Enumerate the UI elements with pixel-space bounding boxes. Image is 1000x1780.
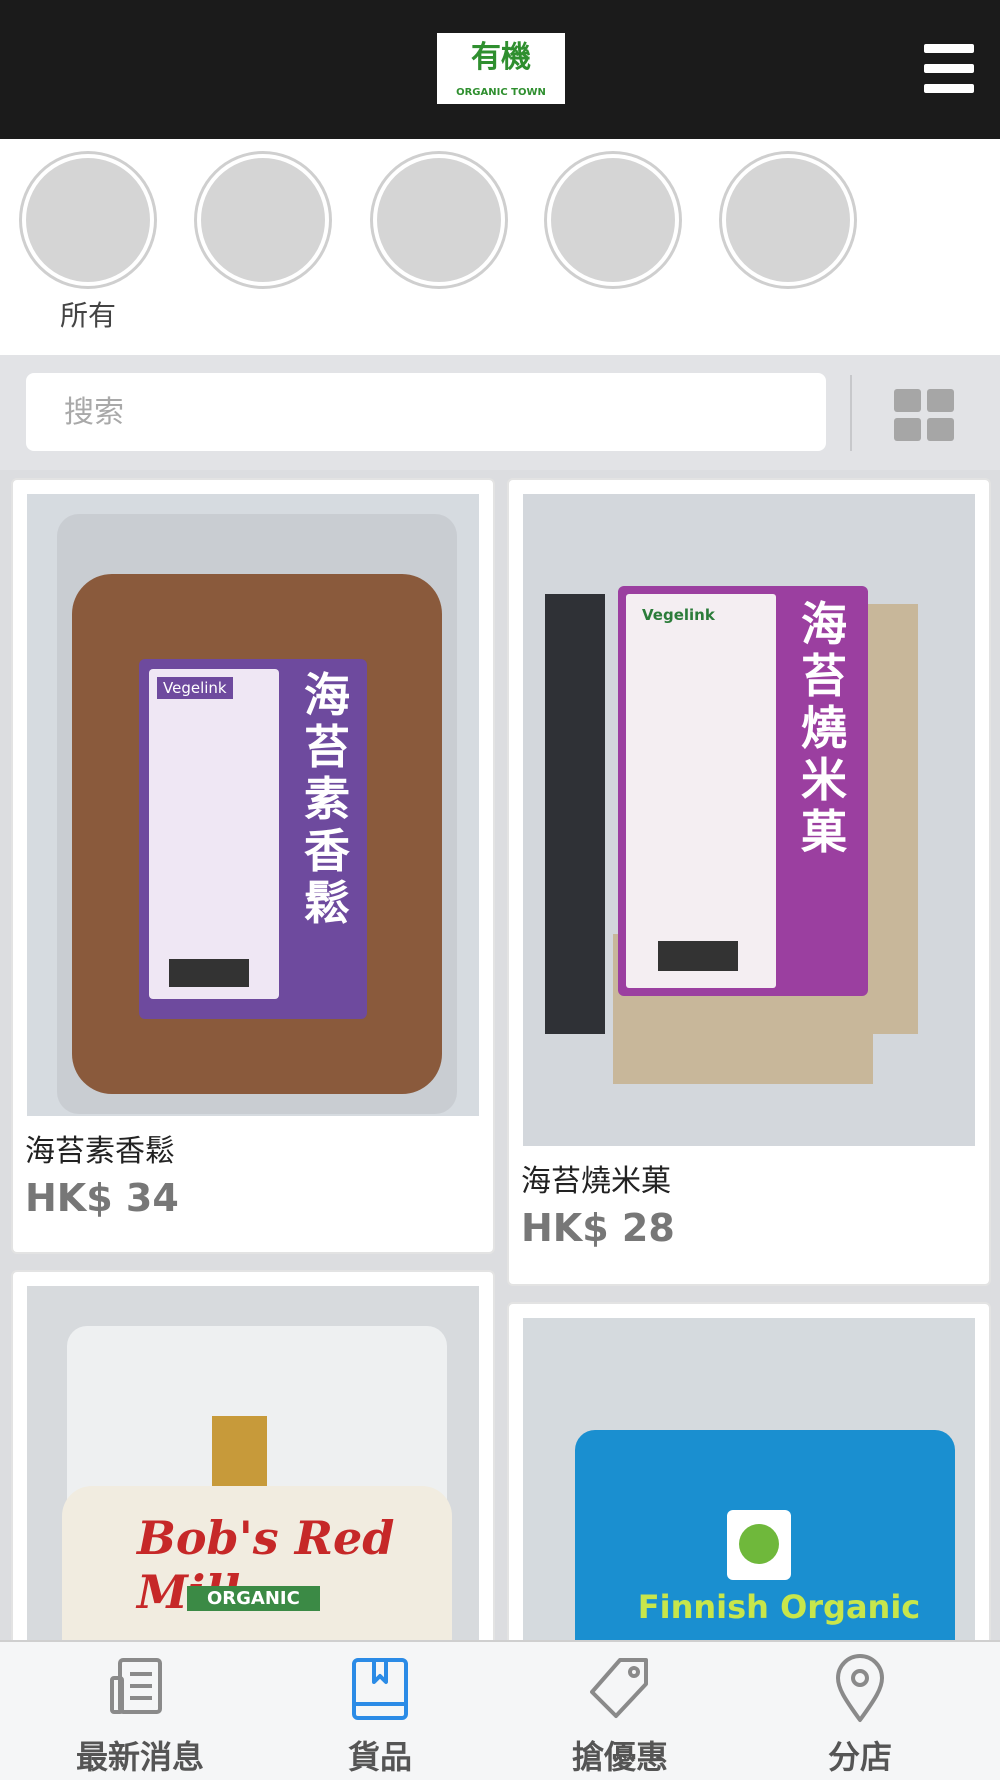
category-image: [722, 154, 854, 286]
category-item[interactable]: [193, 154, 333, 294]
location-pin-icon: [836, 1654, 884, 1722]
hamburger-menu-icon[interactable]: [920, 44, 978, 94]
brand-logo[interactable]: 有機 ORGANIC TOWN: [437, 33, 565, 104]
nav-news[interactable]: 最新消息: [40, 1642, 240, 1780]
category-item[interactable]: [369, 154, 509, 294]
category-item[interactable]: [543, 154, 683, 294]
product-name: 海苔素香鬆: [25, 1134, 175, 1169]
product-name: 海苔燒米菓: [521, 1164, 671, 1199]
divider: [850, 375, 852, 451]
category-all[interactable]: 所有: [18, 154, 158, 334]
product-card[interactable]: Vegelink 海苔素香鬆 海苔素香鬆 HK$ 34: [11, 478, 495, 1254]
category-label: 所有: [59, 299, 116, 332]
logo-subtext: ORGANIC TOWN: [456, 87, 546, 98]
search-bar: [0, 355, 1000, 470]
product-card[interactable]: Bob's Red Mill ORGANIC: [11, 1270, 495, 1670]
product-image[interactable]: Vegelink 海苔素香鬆: [27, 494, 479, 1116]
product-badge: ORGANIC: [187, 1586, 320, 1611]
category-image: [197, 154, 329, 286]
product-brand: Finnish Organic: [637, 1588, 921, 1626]
nav-label: 搶優惠: [571, 1738, 668, 1776]
nav-products[interactable]: 貨品: [280, 1642, 480, 1780]
app-header: 有機 ORGANIC TOWN: [0, 0, 1000, 139]
nav-label: 分店: [827, 1738, 892, 1776]
product-label-text: 海苔燒米菓: [801, 597, 847, 859]
book-icon: [352, 1658, 408, 1720]
search-input[interactable]: [26, 373, 826, 451]
product-card[interactable]: Vegelink 海苔燒米菓 海苔燒米菓 HK$ 28: [507, 478, 991, 1286]
product-image[interactable]: Vegelink 海苔燒米菓: [523, 494, 975, 1146]
product-label-text: 海苔素香鬆: [304, 668, 350, 930]
product-price: HK$ 34: [25, 1176, 179, 1220]
news-icon: [110, 1658, 162, 1714]
nav-deals[interactable]: 搶優惠: [520, 1642, 720, 1780]
bottom-navigation: 最新消息 貨品 搶優惠 分店: [0, 1640, 1000, 1780]
product-brand: Vegelink: [642, 606, 715, 624]
tag-icon: [590, 1658, 648, 1718]
product-image[interactable]: Bob's Red Mill ORGANIC: [27, 1286, 479, 1666]
category-image: [22, 154, 154, 286]
product-image[interactable]: Finnish Organic: [523, 1318, 975, 1658]
category-image: [373, 154, 505, 286]
logo-text: 有機: [471, 40, 531, 75]
grid-view-icon[interactable]: [894, 389, 956, 443]
nav-stores[interactable]: 分店: [760, 1642, 960, 1780]
product-brand: Vegelink: [157, 677, 233, 699]
category-strip: 所有: [0, 139, 1000, 355]
category-item[interactable]: [718, 154, 858, 294]
nav-label: 最新消息: [75, 1738, 204, 1776]
category-image: [547, 154, 679, 286]
nav-label: 貨品: [347, 1738, 412, 1776]
product-price: HK$ 28: [521, 1206, 675, 1250]
